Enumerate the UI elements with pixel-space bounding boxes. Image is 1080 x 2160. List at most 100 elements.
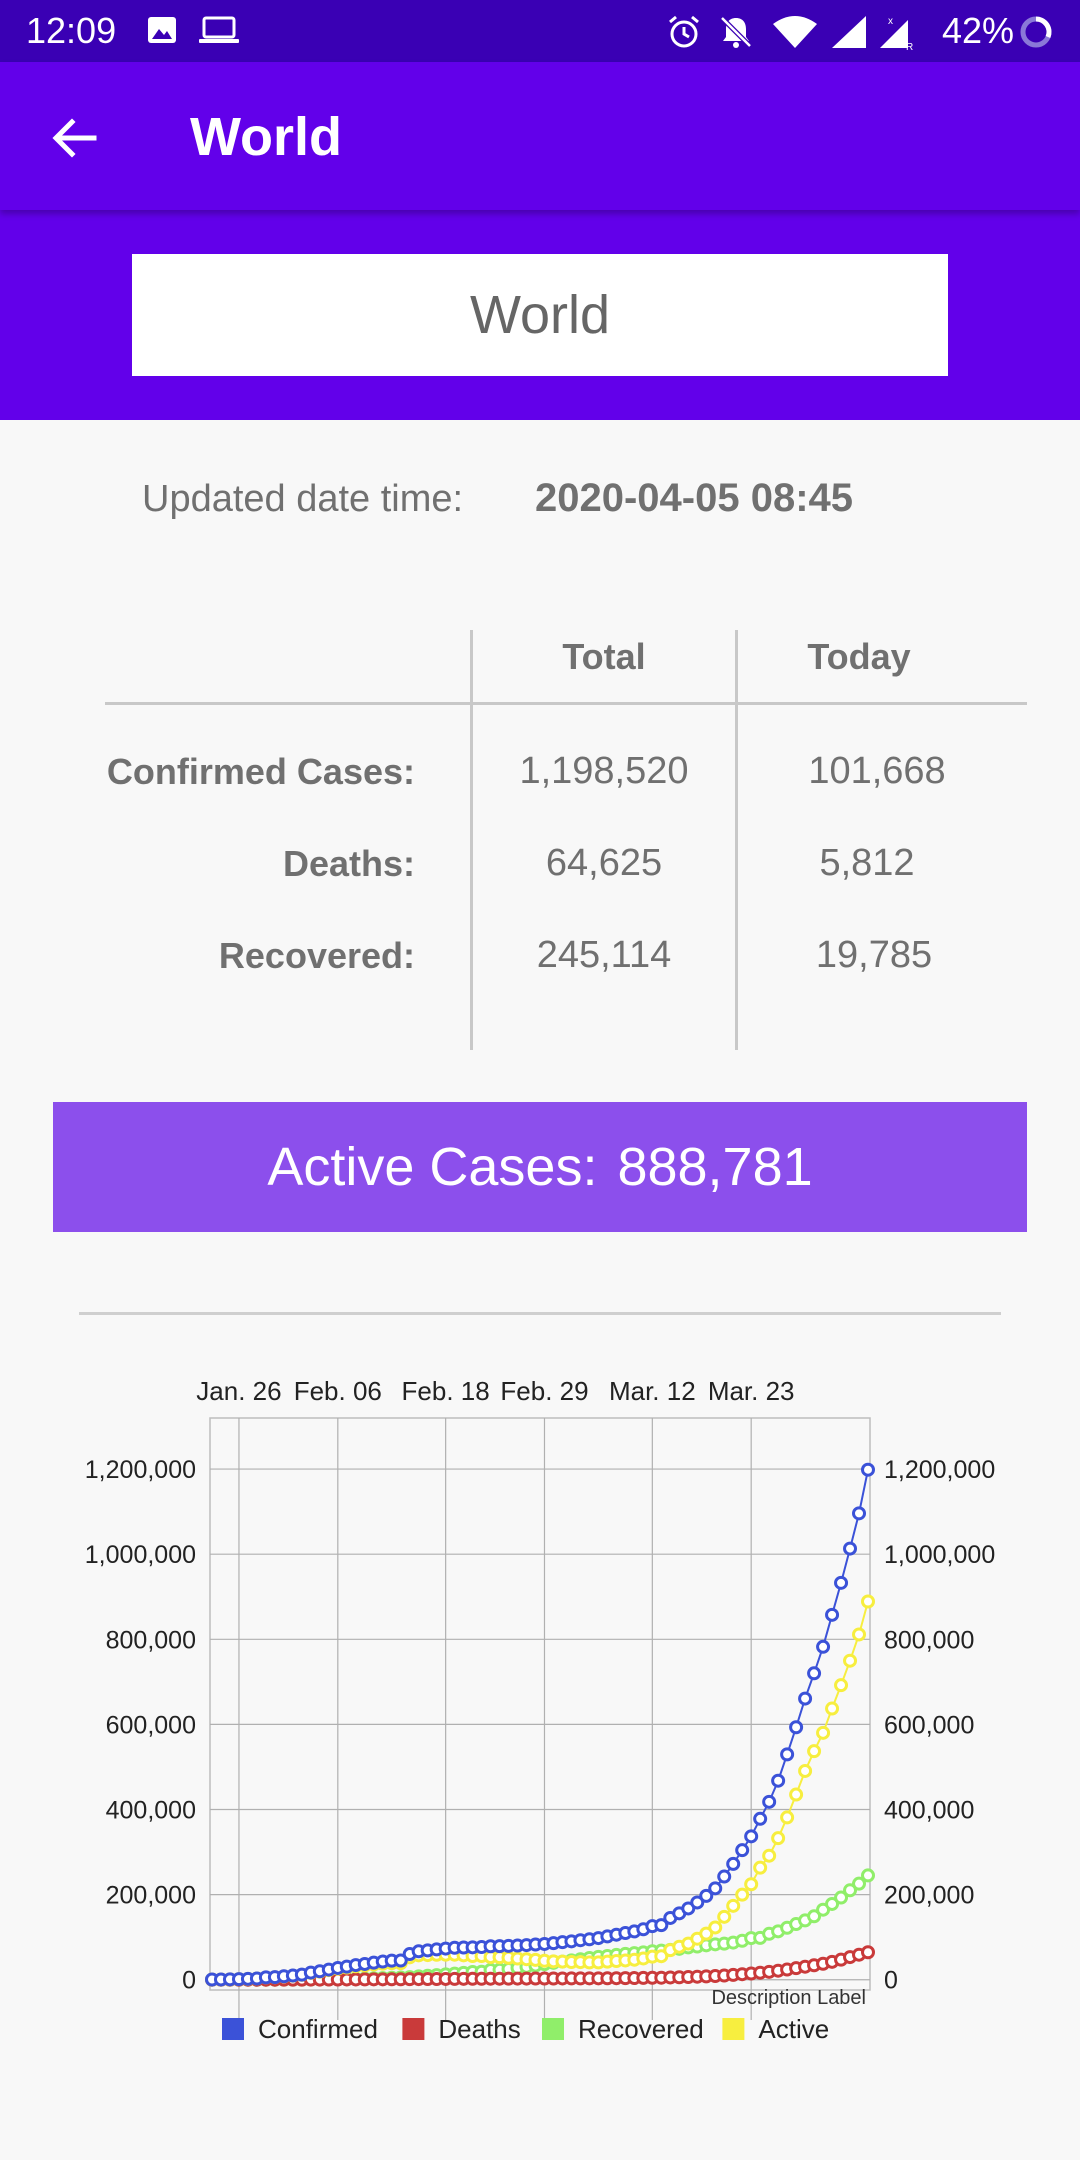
data-point-confirmed xyxy=(798,1691,813,1706)
data-point-deaths xyxy=(861,1945,875,1960)
legend-label-confirmed: Confirmed xyxy=(258,2014,378,2040)
legend-swatch-recovered xyxy=(542,2018,564,2040)
y-tick-label-right: 400,000 xyxy=(884,1797,974,1825)
row-label-recovered: Recovered: xyxy=(218,935,415,976)
legend-swatch-deaths xyxy=(402,2018,425,2040)
data-point-active xyxy=(753,1860,768,1875)
data-point-active xyxy=(789,1787,804,1802)
svg-text:x: x xyxy=(888,16,893,27)
x-tick-label: Mar. 23 xyxy=(708,1376,795,1406)
y-tick-label-right: 1,000,000 xyxy=(884,1541,995,1569)
x-tick-label: Jan. 26 xyxy=(196,1376,281,1406)
x-tick-label: Feb. 18 xyxy=(402,1376,490,1406)
arrow-left-icon[interactable] xyxy=(46,110,102,166)
data-point-active xyxy=(717,1909,732,1924)
cell-deaths-today: 5,812 xyxy=(819,842,915,884)
cell-deaths-total: 64,625 xyxy=(545,842,663,884)
y-tick-label-left: 600,000 xyxy=(106,1711,196,1739)
y-tick-label-right: 600,000 xyxy=(884,1711,974,1739)
image-icon xyxy=(148,17,176,43)
data-point-active xyxy=(834,1678,849,1693)
data-point-confirmed xyxy=(852,1506,867,1521)
status-bar: 12:09 x R 42% xyxy=(0,0,1080,62)
data-point-confirmed xyxy=(726,1856,741,1871)
active-cases-banner: Active Cases: 888,781 xyxy=(53,1102,1027,1232)
y-tick-label-left: 1,000,000 xyxy=(85,1541,196,1569)
header-total: Total xyxy=(562,636,646,677)
data-point-confirmed xyxy=(717,1869,732,1884)
data-point-active xyxy=(807,1744,822,1759)
data-point-confirmed xyxy=(861,1462,875,1477)
updated-label: Updated date time: xyxy=(142,478,464,520)
data-point-active xyxy=(780,1810,795,1825)
wifi-icon xyxy=(773,16,817,48)
battery-circle-icon xyxy=(1020,16,1052,48)
data-point-active xyxy=(708,1920,723,1935)
data-point-active xyxy=(744,1877,759,1892)
table-header-line xyxy=(105,702,1027,705)
y-tick-label-left: 400,000 xyxy=(106,1797,196,1825)
legend-label-recovered: Recovered xyxy=(578,2014,704,2040)
data-point-active xyxy=(825,1701,840,1716)
data-point-active xyxy=(816,1725,831,1740)
row-label-confirmed: Confirmed Cases: xyxy=(106,751,415,792)
series-line-active xyxy=(211,1601,869,1981)
active-cases-label: Active Cases: xyxy=(267,1137,598,1197)
cell-confirmed-total: 1,198,520 xyxy=(519,750,689,792)
data-point-confirmed xyxy=(789,1720,804,1735)
data-point-active xyxy=(735,1887,750,1902)
cases-line-chart[interactable]: Jan. 26 Feb. 06 Feb. 18 Feb. 29 Mar. 12 Mar. … xyxy=(0,1340,1080,2040)
cell-recovered-today: 19,785 xyxy=(815,934,933,976)
y-tick-label-left: 0 xyxy=(182,1967,196,1995)
notifications-off-icon xyxy=(720,16,752,48)
data-point-confirmed xyxy=(762,1794,777,1809)
x-tick-label: Feb. 29 xyxy=(500,1376,588,1406)
data-point-active xyxy=(861,1594,875,1609)
y-tick-label-left: 200,000 xyxy=(106,1882,196,1910)
data-point-confirmed xyxy=(708,1881,723,1896)
cell-recovered-total: 245,114 xyxy=(536,934,672,976)
chart-description: Description Label xyxy=(711,1987,866,2009)
data-point-confirmed xyxy=(843,1541,858,1556)
app-bar: World xyxy=(0,62,1080,210)
row-label-deaths: Deaths: xyxy=(282,843,415,884)
data-point-confirmed xyxy=(780,1747,795,1762)
status-time: 12:09 xyxy=(26,10,117,51)
data-point-confirmed xyxy=(771,1773,786,1788)
y-tick-label-right: 200,000 xyxy=(884,1882,974,1910)
signal-icon xyxy=(832,16,866,48)
y-tick-label-left: 800,000 xyxy=(106,1626,196,1654)
data-point-active xyxy=(771,1831,786,1846)
data-point-active xyxy=(798,1763,813,1778)
updated-value: 2020-04-05 08:45 xyxy=(535,476,854,520)
alarm-icon xyxy=(669,15,699,48)
laptop-icon xyxy=(199,16,239,43)
cell-confirmed-today: 101,668 xyxy=(808,750,946,792)
data-point-confirmed xyxy=(834,1575,849,1590)
table-divider-2 xyxy=(735,630,738,1050)
data-point-confirmed xyxy=(744,1829,759,1844)
active-cases-value: 888,781 xyxy=(617,1137,813,1197)
x-tick-label: Mar. 12 xyxy=(609,1376,696,1406)
battery-percent: 42% xyxy=(941,10,1014,51)
data-point-confirmed xyxy=(816,1639,831,1654)
legend-swatch-active xyxy=(722,2018,745,2040)
data-point-confirmed xyxy=(807,1666,822,1681)
country-panel: World xyxy=(0,210,1080,420)
page-title: World xyxy=(190,107,342,167)
svg-text:R: R xyxy=(906,42,913,50)
data-point-confirmed xyxy=(825,1607,840,1622)
data-point-active xyxy=(843,1653,858,1668)
data-point-active xyxy=(726,1898,741,1913)
x-tick-label: Feb. 06 xyxy=(294,1376,382,1406)
data-point-recovered xyxy=(861,1868,875,1883)
data-point-confirmed xyxy=(753,1811,768,1826)
y-tick-label-right: 800,000 xyxy=(884,1626,974,1654)
country-selector[interactable]: World xyxy=(132,254,948,376)
y-tick-label-left: 1,200,000 xyxy=(85,1456,196,1484)
plot-frame xyxy=(209,1417,871,1991)
legend-label-active: Active xyxy=(758,2014,829,2040)
data-point-active xyxy=(852,1627,867,1642)
section-divider xyxy=(79,1312,1001,1315)
legend-label-deaths: Deaths xyxy=(438,2014,520,2040)
